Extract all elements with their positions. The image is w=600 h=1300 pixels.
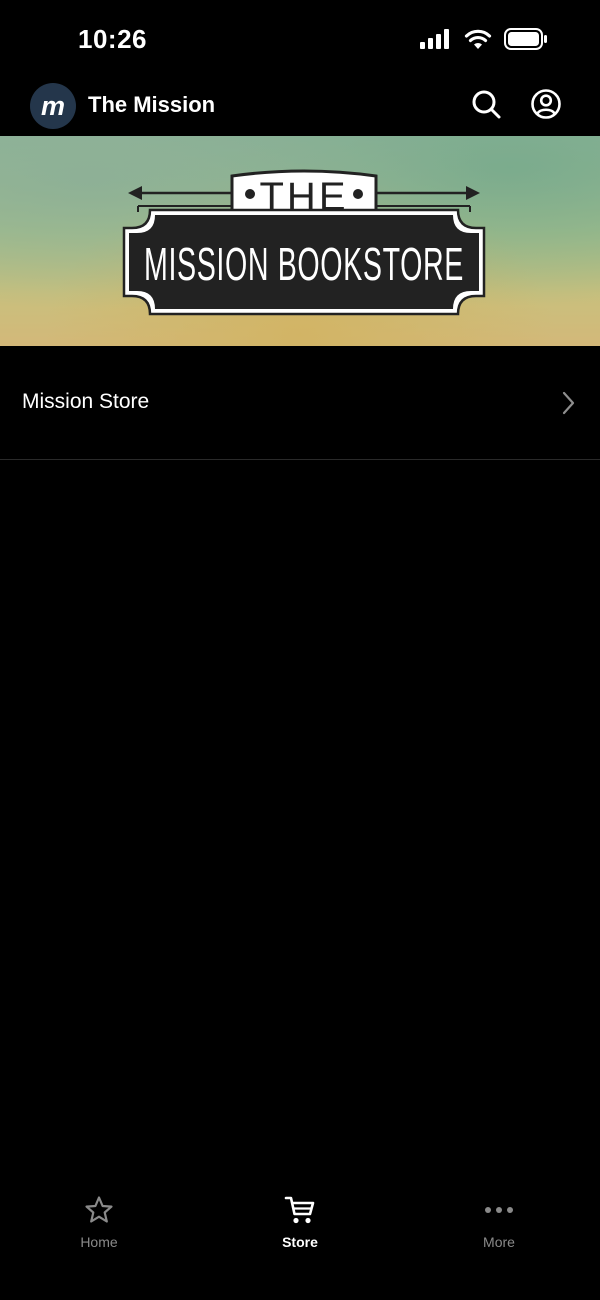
store-banner: THE MISSION BOOKSTORE bbox=[0, 136, 600, 346]
tab-home-label: Home bbox=[80, 1234, 118, 1250]
more-dots-icon bbox=[483, 1194, 515, 1226]
battery-icon bbox=[504, 28, 548, 55]
app-title: The Mission bbox=[88, 92, 216, 117]
tab-home[interactable]: Home bbox=[39, 1194, 159, 1254]
cart-icon bbox=[284, 1194, 316, 1226]
app-avatar[interactable]: m bbox=[30, 83, 76, 129]
tab-more-label: More bbox=[483, 1234, 515, 1250]
status-bar: 10:26 bbox=[0, 0, 600, 80]
cellular-signal-icon bbox=[420, 29, 452, 54]
tab-bar: Home Store More bbox=[0, 1180, 600, 1300]
tab-more[interactable]: More bbox=[439, 1194, 559, 1254]
status-icons bbox=[420, 28, 548, 55]
list-item-label: Mission Store bbox=[22, 390, 150, 413]
search-icon bbox=[470, 88, 502, 125]
search-button[interactable] bbox=[468, 88, 504, 124]
list-item-mission-store[interactable]: Mission Store bbox=[0, 346, 600, 460]
chevron-right-icon bbox=[560, 390, 576, 421]
wifi-icon bbox=[464, 28, 492, 55]
account-button[interactable] bbox=[528, 88, 564, 124]
banner-line2: MISSION BOOKSTORE bbox=[144, 238, 464, 290]
status-time: 10:26 bbox=[78, 24, 147, 54]
star-icon bbox=[83, 1194, 115, 1226]
tab-store-label: Store bbox=[282, 1234, 318, 1250]
app-header: m The Mission bbox=[0, 80, 600, 136]
bookstore-logo: THE MISSION BOOKSTORE bbox=[122, 169, 486, 316]
account-icon bbox=[530, 88, 562, 125]
tab-store[interactable]: Store bbox=[240, 1194, 360, 1254]
